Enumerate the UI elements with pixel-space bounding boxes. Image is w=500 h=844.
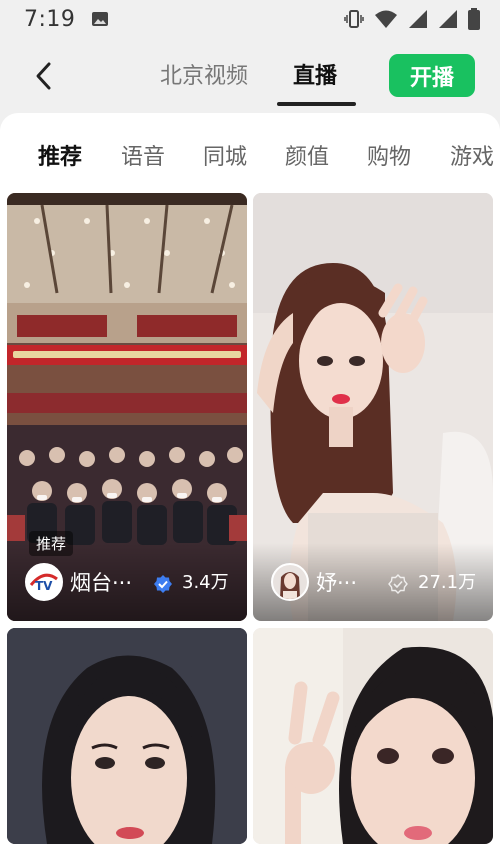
viewer-count: 27.1万 [418, 572, 477, 593]
avatar [271, 563, 309, 601]
status-time: 7:19 [24, 6, 76, 32]
status-bar: 7:19 [0, 0, 500, 38]
stream-card[interactable]: 妤··· 27.1万 [253, 193, 493, 621]
stream-card[interactable] [7, 628, 247, 844]
card-info-overlay: 妤··· 27.1万 [253, 543, 493, 621]
verified-icon [388, 574, 408, 594]
signal-icon [409, 10, 427, 28]
go-live-button[interactable]: 开播 [389, 54, 475, 97]
category-tab-recommend[interactable]: 推荐 [38, 139, 82, 171]
tab-live[interactable]: 直播 [293, 58, 337, 90]
tab-beijing-video[interactable]: 北京视频 [160, 58, 248, 90]
category-tabs: 推荐 语音 同城 颜值 购物 游戏 [0, 113, 500, 191]
vibrate-icon [344, 10, 364, 28]
battery-icon [468, 8, 480, 30]
top-nav: 北京视频 直播 开播 [0, 40, 500, 110]
svg-text:TV: TV [35, 579, 53, 593]
category-tab-looks[interactable]: 颜值 [285, 139, 329, 171]
avatar: TV [25, 563, 63, 601]
category-tab-games[interactable]: 游戏 [450, 139, 494, 171]
verified-icon [154, 575, 172, 593]
category-tab-voice[interactable]: 语音 [121, 139, 165, 171]
signal-icon [439, 10, 457, 28]
card-info-overlay: TV 烟台··· 3.4万 [7, 543, 247, 621]
image-icon [92, 12, 109, 26]
wifi-icon [375, 10, 397, 28]
active-tab-indicator [277, 102, 356, 106]
content-panel: 推荐 语音 同城 颜值 购物 游戏 TV 烟台··· 3.4万 妤··· 27.… [0, 113, 500, 844]
anchor-name: 烟台··· [70, 571, 133, 595]
stream-thumbnail [7, 628, 247, 844]
stream-card[interactable] [253, 628, 493, 844]
anchor-name: 妤··· [316, 571, 358, 595]
category-tab-local[interactable]: 同城 [203, 139, 247, 171]
viewer-count: 3.4万 [182, 572, 229, 593]
stream-thumbnail [253, 628, 493, 844]
stream-card[interactable]: 推荐 TV 烟台··· 3.4万 [7, 193, 247, 621]
back-button[interactable] [26, 56, 60, 96]
category-tab-shopping[interactable]: 购物 [367, 139, 411, 171]
back-arrow-icon [36, 62, 51, 90]
